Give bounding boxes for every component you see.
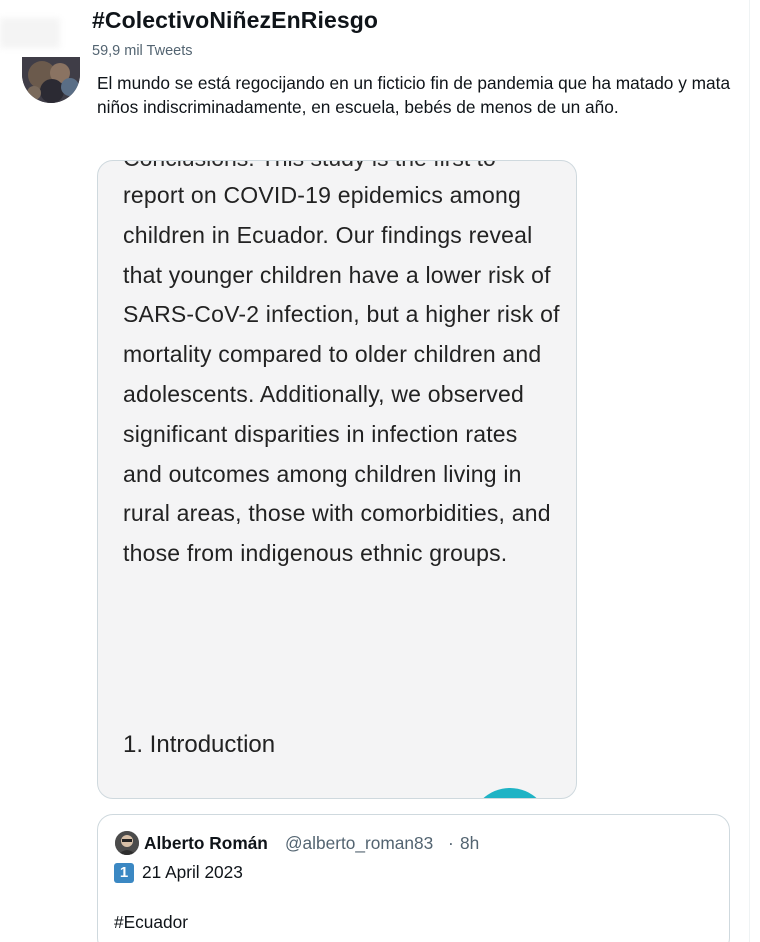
media-paragraph: report on COVID-19 epidemics among child… [123,182,560,567]
tweet-text: El mundo se está regocijando en un ficti… [97,73,731,117]
tweet-media-image[interactable]: Conclusions: This study is the first to … [97,160,577,799]
blurred-back-area [0,18,60,48]
quote-hashtag[interactable]: #Ecuador [114,912,188,933]
quote-avatar[interactable] [115,831,139,855]
floating-action-button [470,788,550,798]
keycap-one-icon: 1 [114,863,134,883]
quote-avatar-image-icon [115,831,139,855]
media-heading: 1. Introduction [123,731,276,758]
avatar-image-icon [22,57,80,103]
media-cut-line: Conclusions: This study is the first to [123,161,496,171]
tweet-avatar[interactable] [22,57,80,103]
timeline-border [749,0,750,942]
page-title: #ColectivoNiñezEnRiesgo [92,7,379,33]
tweet-count: 59,9 mil Tweets [92,43,193,59]
quote-author-name[interactable]: Alberto Román [144,833,268,854]
quoted-tweet[interactable]: Alberto Román @alberto_roman83 · 8h 1 21… [97,814,730,942]
quote-date-text: 21 April 2023 [142,862,243,882]
quote-timestamp[interactable]: 8h [460,833,479,854]
quote-author-handle[interactable]: @alberto_roman83 [285,833,433,854]
profile-header: #ColectivoNiñezEnRiesgo 59,9 mil Tweets [0,0,749,66]
quote-separator: · [448,833,454,853]
